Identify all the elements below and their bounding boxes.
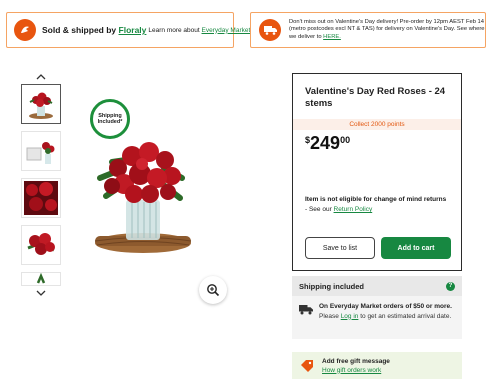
price-whole: 249 xyxy=(310,133,341,153)
return-policy-link[interactable]: Return Policy xyxy=(334,206,373,213)
truck-icon xyxy=(299,305,313,315)
roses-vase-thumbnail-image xyxy=(29,92,53,119)
policy-prefix: - See our xyxy=(305,206,334,213)
greenery-thumbnail-image xyxy=(36,273,46,284)
delivery-areas-link[interactable]: HERE. xyxy=(323,34,341,40)
valentines-notice-banner: Don't miss out on Valentine's Day delive… xyxy=(250,12,486,48)
price-cents: 00 xyxy=(340,135,351,145)
shipping-threshold: On Everyday Market orders of $50 or more… xyxy=(319,303,452,310)
help-icon[interactable]: ? xyxy=(446,281,455,291)
product-price: $ 249 00 xyxy=(305,132,350,154)
thumbnail-4[interactable] xyxy=(21,225,61,265)
gift-tag-icon xyxy=(301,359,313,372)
seller-banner: Sold & shipped by Floraly Learn more abo… xyxy=(6,12,250,48)
chevron-down-icon[interactable] xyxy=(20,286,62,300)
floraly-logo-icon xyxy=(14,19,36,41)
product-title: Valentine's Day Red Roses - 24 stems xyxy=(305,86,446,109)
no-return-notice: Item is not eligible for change of mind … xyxy=(305,196,447,203)
gift-message-title: Add free gift message xyxy=(322,357,390,365)
chevron-up-icon[interactable] xyxy=(20,70,62,84)
buy-box: Valentine's Day Red Roses - 24 stems Col… xyxy=(292,73,462,271)
valentines-notice-text: Don't miss out on Valentine's Day delive… xyxy=(289,18,485,40)
roses-bouquet-thumbnail-image xyxy=(27,233,55,255)
delivery-truck-icon xyxy=(259,19,281,41)
gift-message-panel: Add free gift message How gift orders wo… xyxy=(292,352,462,379)
bouquet-card-thumbnail-image xyxy=(26,142,55,164)
thumbnail-strip xyxy=(20,70,62,300)
thumbnail-1[interactable] xyxy=(21,84,61,124)
thumbnail-2[interactable] xyxy=(21,131,61,171)
thumbnail-3[interactable] xyxy=(21,178,61,218)
thumbnail-5[interactable] xyxy=(21,272,61,286)
points-banner: Collect 2000 points xyxy=(293,119,461,130)
zoom-in-button[interactable] xyxy=(199,276,227,304)
shipping-please: Please xyxy=(319,312,341,320)
login-link[interactable]: Log in xyxy=(341,313,359,320)
save-to-list-button[interactable]: Save to list xyxy=(305,237,375,259)
shipping-panel: Shipping included ? On Everyday Market o… xyxy=(292,276,462,339)
seller-link[interactable]: Floraly xyxy=(119,25,147,35)
gift-orders-link[interactable]: How gift orders work xyxy=(322,367,381,374)
sold-by-label: Sold & shipped by xyxy=(42,25,119,35)
shipping-included-badge: Shipping Included* xyxy=(90,99,130,139)
shipping-arrival-text: to get an estimated arrival date. xyxy=(358,312,452,320)
badge-line-2: Included* xyxy=(97,119,123,125)
roses-closeup-thumbnail-image xyxy=(24,181,58,215)
everyday-market-link[interactable]: Everyday Market xyxy=(202,27,251,34)
shipping-title: Shipping included xyxy=(299,281,364,291)
learn-more-label: Learn more about xyxy=(148,26,202,34)
zoom-in-icon xyxy=(207,284,220,297)
add-to-cart-button[interactable]: Add to cart xyxy=(381,237,451,259)
main-product-image[interactable] xyxy=(72,118,214,260)
